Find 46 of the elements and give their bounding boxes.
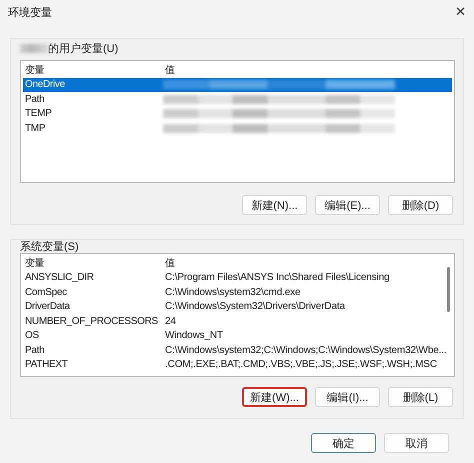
dialog-button[interactable]: 删除(L) <box>388 387 453 407</box>
scrollbar-thumb[interactable] <box>447 267 450 312</box>
ok-button[interactable]: 确定 <box>311 433 376 453</box>
variable-value: C:\Windows\system32;C:\Windows;C:\Windows\System32\Wbe... <box>164 344 444 356</box>
variable-row[interactable]: Path <box>23 92 452 106</box>
dialog-button[interactable]: 删除(D) <box>388 195 453 215</box>
variable-value: C:\Windows\system32\cmd.exe <box>164 286 302 298</box>
group-label: 的用户变量(U) <box>48 42 118 56</box>
variable-name: Path <box>24 94 46 105</box>
column-header[interactable]: 值 <box>163 63 452 78</box>
group-label: 系统变量(S) <box>20 240 79 254</box>
variable-row[interactable]: OS Windows_NT <box>23 328 444 343</box>
dialog-button[interactable]: 编辑(I)... <box>315 387 380 407</box>
cancel-button[interactable]: 取消 <box>384 433 449 453</box>
variable-value: Windows_NT <box>164 330 224 342</box>
variable-value: C:\Program Files\ANSYS Inc\Shared Files\Licensing <box>164 272 390 284</box>
variable-row[interactable]: NUMBER_OF_PROCESSORS 24 <box>23 314 444 328</box>
variable-name: TMP <box>24 122 46 134</box>
variable-name: NUMBER_OF_PROCESSORS <box>24 316 159 327</box>
variable-row[interactable]: Path C:\Windows\system32;C:\Windows;C:\Windows\System32\Wbe... <box>23 343 444 358</box>
variable-row[interactable]: TMP <box>23 121 452 136</box>
variable-row[interactable]: PATHEXT .COM;.EXE;.BAT;.CMD;.VBS;.VBE;.JS;.JSE;.WSF;.WSH;.MSC <box>23 358 444 372</box>
window-title: 环境变量 <box>8 6 52 20</box>
variable-name: ComSpec <box>24 286 68 298</box>
variable-name: OneDrive <box>24 79 66 90</box>
variable-row[interactable]: OneDrive <box>23 78 452 92</box>
dialog-button[interactable]: 新建(N)... <box>242 195 307 215</box>
variable-row[interactable]: ComSpec C:\Windows\system32\cmd.exe <box>23 285 444 300</box>
column-header[interactable]: 值 <box>163 256 444 270</box>
variable-value: .COM;.EXE;.BAT;.CMD;.VBS;.VBE;.JS;.JSE;.WSF;.WSH;.MSC <box>164 359 438 370</box>
dialog-button[interactable]: 编辑(E)... <box>315 195 380 215</box>
variable-row[interactable]: DriverData C:\Windows\System32\Drivers\DriverData <box>23 300 444 314</box>
variable-value: C:\Windows\System32\Drivers\DriverData <box>164 301 346 312</box>
close-icon[interactable]: ✕ <box>455 4 466 20</box>
variable-name: Path <box>24 344 46 356</box>
variable-name: PATHEXT <box>24 359 69 370</box>
column-header[interactable]: 变量 <box>23 63 163 78</box>
dialog-button[interactable]: 新建(W)... <box>242 387 307 407</box>
variable-row[interactable]: ANSYSLIC_DIR C:\Program Files\ANSYS Inc\Shared Files\Licensing <box>23 270 444 285</box>
variable-row[interactable]: TEMP <box>23 106 452 121</box>
variable-name: ANSYSLIC_DIR <box>24 272 95 284</box>
variable-name: DriverData <box>24 301 71 312</box>
variable-name: OS <box>24 330 40 342</box>
variable-value: 24 <box>164 316 177 327</box>
column-header[interactable]: 变量 <box>23 256 163 270</box>
variable-name: TEMP <box>24 108 53 120</box>
